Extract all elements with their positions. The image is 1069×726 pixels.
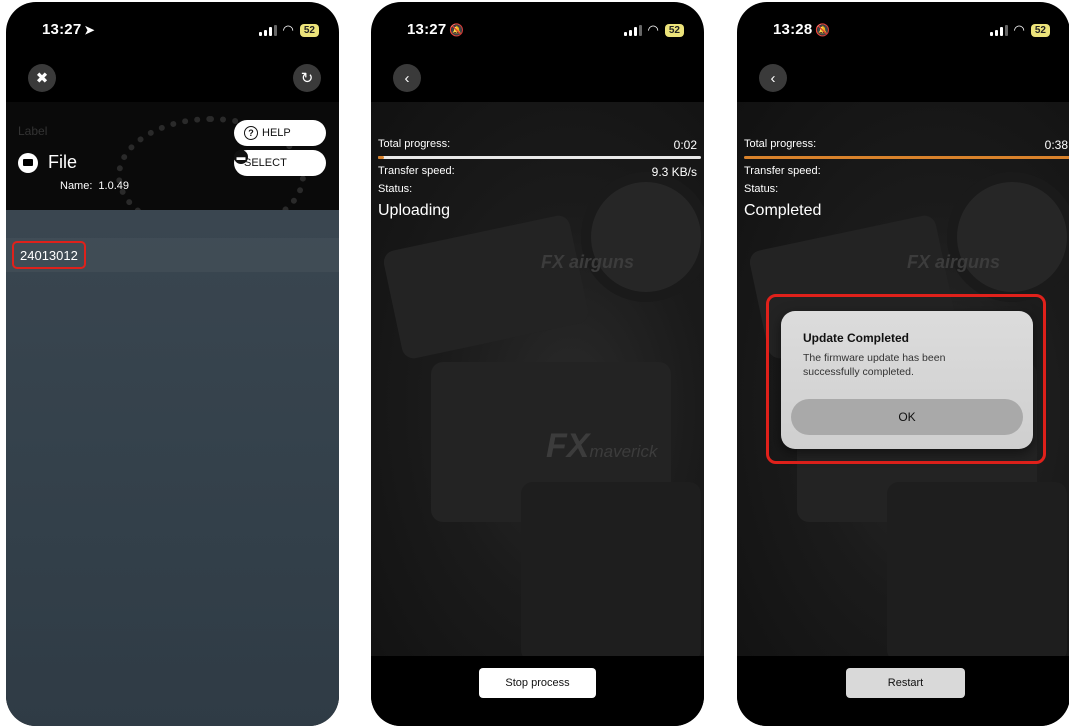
- brand-watermark-small: FX airguns: [907, 252, 1001, 272]
- file-name-row: Name: 1.0.49: [60, 180, 129, 192]
- status-value: Completed: [744, 202, 822, 219]
- battery-icon: 52: [664, 23, 684, 37]
- chevron-left-icon: ‹: [404, 69, 410, 87]
- status-value: Uploading: [378, 202, 451, 219]
- wifi-icon: ◠: [1013, 22, 1025, 37]
- back-button[interactable]: ‹: [393, 64, 421, 92]
- wifi-icon: ◠: [282, 22, 294, 37]
- battery-icon: 52: [1030, 23, 1050, 37]
- back-button[interactable]: ‹: [759, 64, 787, 92]
- refresh-icon: ↻: [300, 70, 314, 87]
- bell-mute-icon: 🔕: [449, 23, 465, 37]
- dialog-message: The firmware update has been successfull…: [803, 352, 946, 378]
- file-header: Label File Name: 1.0.49 ? HELP ▬ SELECT: [6, 102, 339, 210]
- transfer-speed-value: 9.3 KB/s: [651, 165, 697, 179]
- progress-bar: [744, 156, 1069, 159]
- brand-watermark-large: FXmaverick: [546, 427, 658, 465]
- update-completed-dialog: Update Completed The firmware update has…: [781, 311, 1033, 449]
- help-button[interactable]: ? HELP: [234, 120, 326, 146]
- list-item[interactable]: 24013012: [12, 241, 86, 269]
- signal-icon: [258, 24, 277, 36]
- status-bar: 13:27 ➤ ◠ 52: [6, 2, 339, 52]
- status-time: 13:27 ➤: [42, 21, 95, 38]
- phone-screen-file-select: 13:27 ➤ ◠ 52 ✖ ↻ Label File Name: 1.0.49 ?…: [6, 2, 339, 726]
- file-title: File: [48, 152, 78, 172]
- signal-icon: [623, 24, 642, 36]
- location-arrow-icon: ➤: [84, 23, 95, 37]
- ok-button[interactable]: OK: [791, 399, 1023, 435]
- total-progress-label: Total progress:: [378, 138, 451, 150]
- restart-button[interactable]: Restart: [846, 668, 965, 698]
- file-name-value: 1.0.49: [98, 180, 129, 192]
- close-button[interactable]: ✖: [28, 64, 56, 92]
- progress-bar-fill: [378, 156, 385, 159]
- total-progress-time: 0:02: [673, 138, 697, 152]
- dialog-title: Update Completed: [803, 331, 910, 345]
- status-label: Status:: [744, 183, 779, 195]
- close-icon: ✖: [35, 70, 49, 87]
- status-bar: 13:28 🔕 ◠ 52: [737, 2, 1069, 52]
- wifi-icon: ◠: [647, 22, 659, 37]
- total-progress-label: Total progress:: [744, 138, 817, 150]
- refresh-button[interactable]: ↻: [293, 64, 321, 92]
- status-time: 13:27 🔕: [407, 21, 465, 38]
- progress-bar-fill: [744, 156, 1069, 159]
- folder-icon: ▬: [234, 150, 248, 164]
- brand-watermark-small: FX airguns: [541, 252, 635, 272]
- select-button[interactable]: ▬ SELECT: [234, 150, 326, 176]
- phone-screen-completed: 13:28 🔕 ◠ 52 ‹ FX airguns Total progress:…: [737, 2, 1069, 726]
- transfer-speed-label: Transfer speed:: [744, 165, 821, 177]
- status-time: 13:28 🔕: [773, 21, 831, 38]
- status-label: Status:: [378, 183, 413, 195]
- stop-process-button[interactable]: Stop process: [479, 668, 596, 698]
- chevron-left-icon: ‹: [770, 69, 776, 87]
- status-bar: 13:27 🔕 ◠ 52: [371, 2, 704, 52]
- header-label: Label: [18, 124, 48, 138]
- progress-bar: [378, 156, 701, 159]
- bell-mute-icon: 🔕: [815, 23, 831, 37]
- file-list: 24013012: [6, 210, 339, 726]
- transfer-speed-label: Transfer speed:: [378, 165, 455, 177]
- question-icon: ?: [244, 126, 258, 140]
- total-progress-time: 0:38: [1044, 138, 1068, 152]
- folder-icon: [18, 152, 38, 173]
- phone-screen-uploading: 13:27 🔕 ◠ 52 ‹ FX airguns FXmaverick Tota…: [371, 2, 704, 726]
- signal-icon: [989, 24, 1008, 36]
- bottom-bar: Restart: [737, 656, 1069, 726]
- background-image: FX airguns FXmaverick: [371, 102, 704, 658]
- bottom-bar: Stop process: [371, 656, 704, 726]
- battery-icon: 52: [299, 23, 319, 37]
